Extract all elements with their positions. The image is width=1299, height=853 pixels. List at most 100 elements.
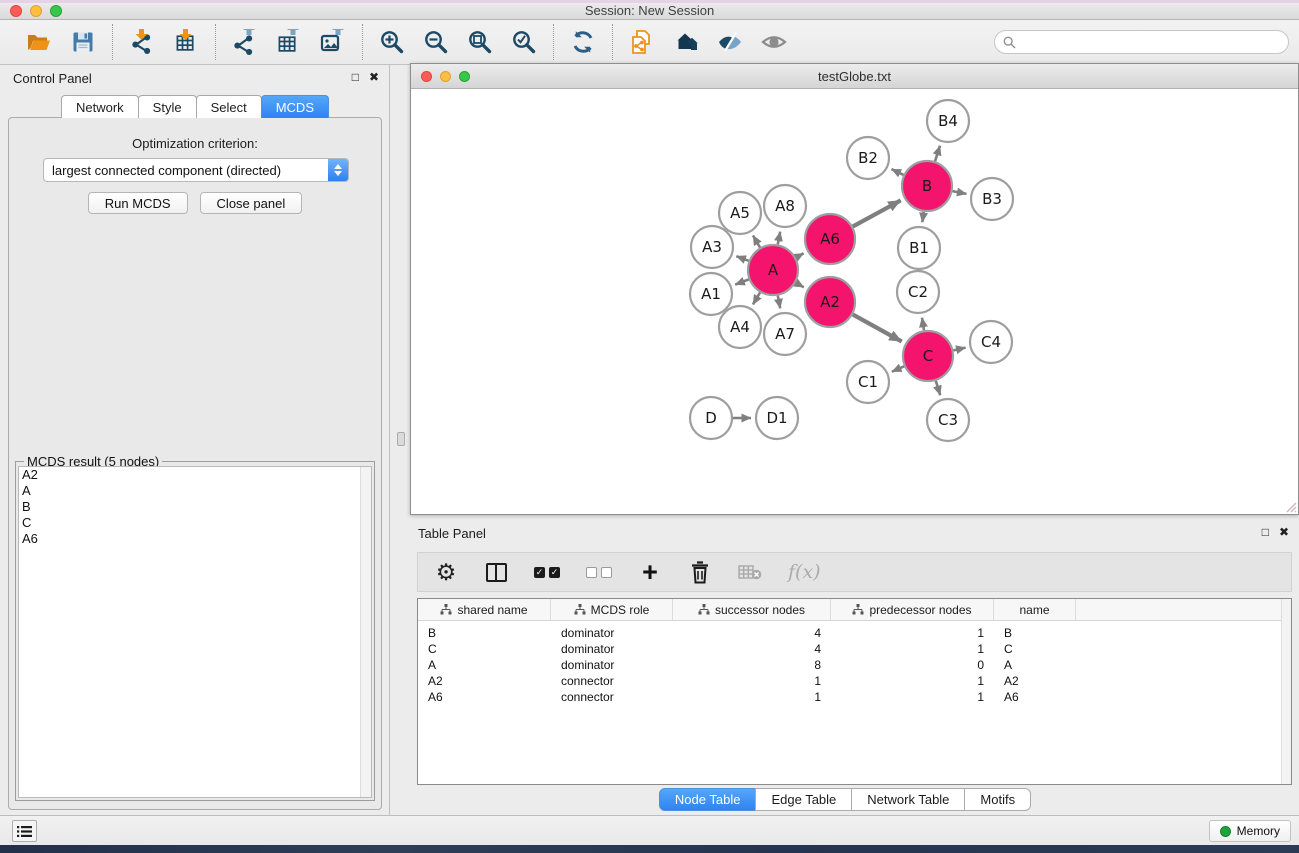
- tab-node-table[interactable]: Node Table: [659, 788, 757, 811]
- edge-A6-B[interactable]: [853, 200, 901, 226]
- node-B3[interactable]: B3: [971, 178, 1013, 220]
- table-cell[interactable]: A: [418, 657, 551, 673]
- tab-select[interactable]: Select: [196, 95, 262, 118]
- table-row[interactable]: Cdominator41C: [418, 641, 1291, 657]
- edge-A-A7[interactable]: [778, 296, 780, 309]
- table-row[interactable]: A6connector11A6: [418, 689, 1291, 705]
- table-cell[interactable]: A: [994, 657, 1076, 673]
- hide-graphics-icon[interactable]: [715, 27, 745, 57]
- edge-A-A2[interactable]: [796, 283, 804, 288]
- node-C[interactable]: C: [903, 331, 953, 381]
- import-table-icon[interactable]: [171, 27, 201, 57]
- table-cell[interactable]: dominator: [551, 625, 673, 641]
- edge-A2-C[interactable]: [853, 315, 902, 342]
- table-cell[interactable]: 1: [831, 641, 994, 657]
- edge-A-A6[interactable]: [796, 253, 804, 257]
- node-B[interactable]: B: [902, 161, 952, 211]
- clone-network-icon[interactable]: [627, 27, 657, 57]
- node-A6[interactable]: A6: [805, 214, 855, 264]
- settings-icon[interactable]: ⚙: [434, 558, 458, 586]
- node-C1[interactable]: C1: [847, 361, 889, 403]
- edge-C-C2[interactable]: [922, 318, 924, 331]
- home-layout-icon[interactable]: [671, 27, 701, 57]
- run-mcds-button[interactable]: Run MCDS: [88, 192, 188, 214]
- mcds-result-list[interactable]: A2ABCA6: [18, 466, 372, 798]
- optimization-dropdown[interactable]: largest connected component (directed): [43, 158, 349, 182]
- result-item[interactable]: A6: [19, 531, 371, 547]
- table-cell[interactable]: B: [418, 625, 551, 641]
- search-input[interactable]: [1021, 35, 1280, 49]
- tab-network[interactable]: Network: [61, 95, 139, 118]
- table-cell[interactable]: A2: [418, 673, 551, 689]
- node-A4[interactable]: A4: [719, 306, 761, 348]
- column-header-MCDS-role[interactable]: MCDS role: [551, 599, 673, 620]
- import-network-icon[interactable]: [127, 27, 157, 57]
- tab-network-table[interactable]: Network Table: [851, 788, 965, 811]
- node-A5[interactable]: A5: [719, 192, 761, 234]
- edge-C-C3[interactable]: [936, 381, 940, 395]
- node-C3[interactable]: C3: [927, 399, 969, 441]
- node-A2[interactable]: A2: [805, 277, 855, 327]
- table-cell[interactable]: 1: [831, 673, 994, 689]
- close-table-panel-icon[interactable]: ✖: [1279, 525, 1289, 539]
- table-cell[interactable]: A6: [418, 689, 551, 705]
- select-all-icon[interactable]: ✓✓: [534, 558, 560, 586]
- result-item[interactable]: B: [19, 499, 371, 515]
- float-panel-icon[interactable]: □: [352, 70, 359, 84]
- deselect-all-icon[interactable]: [586, 558, 612, 586]
- edge-C-C1[interactable]: [892, 366, 904, 371]
- node-A[interactable]: A: [748, 245, 798, 295]
- node-A3[interactable]: A3: [691, 226, 733, 268]
- network-graph-canvas[interactable]: B4 B2 B B3 A5 A8 A6 B1 A3 A A1 C2 A2: [411, 89, 1298, 514]
- export-table-icon[interactable]: [274, 27, 304, 57]
- zoom-selected-icon[interactable]: [509, 27, 539, 57]
- table-cell[interactable]: 1: [831, 625, 994, 641]
- table-cell[interactable]: 8: [673, 657, 831, 673]
- node-A8[interactable]: A8: [764, 185, 806, 227]
- add-row-icon[interactable]: +: [638, 558, 662, 586]
- edge-A-A8[interactable]: [778, 232, 780, 245]
- edge-B-B2[interactable]: [892, 169, 904, 175]
- memory-button[interactable]: Memory: [1209, 820, 1291, 842]
- table-cell[interactable]: 0: [831, 657, 994, 673]
- result-item[interactable]: A2: [19, 467, 371, 483]
- show-graphics-icon[interactable]: [759, 27, 789, 57]
- table-cell[interactable]: connector: [551, 689, 673, 705]
- table-cell[interactable]: A6: [994, 689, 1076, 705]
- task-history-button[interactable]: [12, 820, 37, 842]
- node-B1[interactable]: B1: [898, 227, 940, 269]
- save-session-icon[interactable]: [68, 27, 98, 57]
- table-cell[interactable]: dominator: [551, 641, 673, 657]
- edge-A-A1[interactable]: [735, 279, 749, 284]
- edge-B-B4[interactable]: [935, 146, 940, 162]
- node-D1[interactable]: D1: [756, 397, 798, 439]
- node-B2[interactable]: B2: [847, 137, 889, 179]
- node-B4[interactable]: B4: [927, 100, 969, 142]
- delete-row-icon[interactable]: [688, 558, 712, 586]
- table-cell[interactable]: B: [994, 625, 1076, 641]
- table-cell[interactable]: A2: [994, 673, 1076, 689]
- table-cell[interactable]: 1: [831, 689, 994, 705]
- table-cell[interactable]: 4: [673, 625, 831, 641]
- network-window-titlebar[interactable]: testGlobe.txt: [411, 64, 1298, 89]
- table-scrollbar[interactable]: [1281, 599, 1291, 784]
- table-cell[interactable]: C: [994, 641, 1076, 657]
- table-cell[interactable]: 1: [673, 689, 831, 705]
- zoom-in-icon[interactable]: [377, 27, 407, 57]
- edge-C-C4[interactable]: [953, 348, 965, 351]
- column-header-name[interactable]: name: [994, 599, 1076, 620]
- zoom-fit-icon[interactable]: [465, 27, 495, 57]
- table-row[interactable]: A2connector11A2: [418, 673, 1291, 689]
- columns-icon[interactable]: [484, 558, 508, 586]
- result-item[interactable]: C: [19, 515, 371, 531]
- node-C4[interactable]: C4: [970, 321, 1012, 363]
- result-item[interactable]: A: [19, 483, 371, 499]
- node-C2[interactable]: C2: [897, 271, 939, 313]
- table-cell[interactable]: 1: [673, 673, 831, 689]
- open-file-icon[interactable]: [24, 27, 54, 57]
- node-table[interactable]: shared nameMCDS rolesuccessor nodesprede…: [417, 598, 1292, 785]
- panel-splitter-handle[interactable]: [397, 432, 405, 446]
- zoom-out-icon[interactable]: [421, 27, 451, 57]
- tab-edge-table[interactable]: Edge Table: [755, 788, 852, 811]
- edge-A-A4[interactable]: [753, 293, 760, 305]
